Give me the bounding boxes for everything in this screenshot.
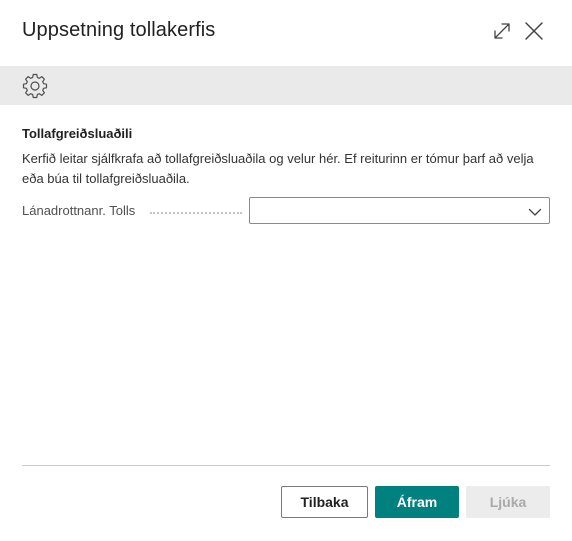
close-icon[interactable] [522, 19, 546, 43]
section-description: Kerfið leitar sjálfkrafa að tollafgreiðs… [22, 151, 534, 186]
section-title: Tollafgreiðsluaðili [22, 126, 133, 141]
expand-icon[interactable] [490, 19, 514, 43]
gear-icon[interactable] [22, 73, 48, 99]
dialog-title: Uppsetning tollakerfis [22, 19, 216, 41]
setup-dialog: Uppsetning tollakerfis Tollafgreiðsluaði… [0, 0, 572, 541]
footer-divider [22, 465, 550, 466]
back-button[interactable]: Tilbaka [281, 486, 368, 518]
toolbar [0, 66, 572, 105]
field-leader-dots [150, 200, 242, 214]
vendor-no-select[interactable] [249, 197, 550, 224]
finish-button: Ljúka [466, 486, 550, 518]
next-button[interactable]: Áfram [375, 486, 459, 518]
field-label: Lánadrottnanr. Tolls [22, 203, 136, 218]
chevron-down-icon [528, 205, 542, 217]
